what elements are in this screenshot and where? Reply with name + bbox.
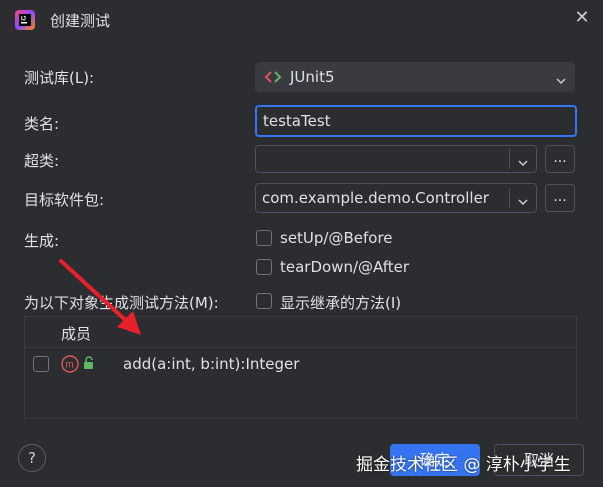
junit-icon <box>264 69 284 89</box>
setup-label: setUp/@Before <box>280 229 393 247</box>
package-browse-button[interactable]: ... <box>545 184 575 212</box>
app-logo-icon: IJ <box>14 9 36 31</box>
superclass-browse-button[interactable]: ... <box>545 145 575 173</box>
package-label: 目标软件包: <box>24 191 105 209</box>
class-name-label: 类名: <box>24 115 60 133</box>
superclass-select[interactable] <box>255 145 537 173</box>
package-value: com.example.demo.Controller <box>262 189 489 207</box>
method-icon: m <box>61 355 79 377</box>
setup-checkbox[interactable] <box>256 230 272 246</box>
superclass-label: 超类: <box>24 152 60 170</box>
class-name-value: testaTest <box>263 112 331 130</box>
library-value: JUnit5 <box>290 68 335 86</box>
watermark: 掘金技术社区 @ 淳朴小学生 <box>356 455 571 475</box>
teardown-checkbox[interactable] <box>256 259 272 275</box>
teardown-label: tearDown/@After <box>280 258 410 276</box>
combo-divider <box>509 188 510 208</box>
chevron-down-icon <box>518 193 528 206</box>
show-inherited-label: 显示继承的方法(I) <box>280 294 402 312</box>
help-button[interactable]: ? <box>18 444 46 472</box>
chevron-down-icon <box>518 154 528 167</box>
annotation-arrow-icon <box>59 259 141 335</box>
dialog-title: 创建测试 <box>50 12 111 30</box>
method-signature: add(a:int, b:int):Integer <box>123 355 300 373</box>
close-icon[interactable]: ✕ <box>570 6 594 30</box>
library-label: 测试库(L): <box>24 69 95 87</box>
table-row[interactable]: m add(a:int, b:int):Integer <box>25 348 576 380</box>
row-checkbox[interactable] <box>33 356 49 372</box>
combo-divider <box>509 149 510 169</box>
show-inherited-checkbox[interactable] <box>256 293 272 309</box>
unlock-icon <box>82 356 96 374</box>
svg-text:IJ: IJ <box>21 17 26 23</box>
library-select[interactable]: JUnit5 <box>255 62 575 92</box>
class-name-input[interactable]: testaTest <box>255 105 577 137</box>
method-badge-letter: m <box>65 360 73 371</box>
generate-label: 生成: <box>24 232 60 250</box>
chevron-down-icon <box>556 72 566 85</box>
package-select[interactable]: com.example.demo.Controller <box>255 183 537 213</box>
